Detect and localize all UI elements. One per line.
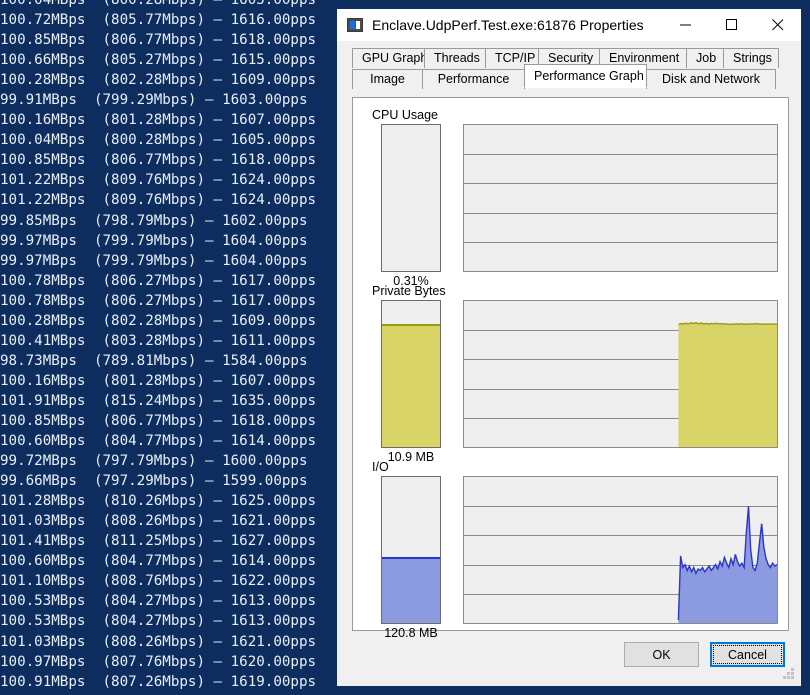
- dialog-titlebar[interactable]: Enclave.UdpPerf.Test.exe:61876 Propertie…: [337, 9, 801, 41]
- tab-row-2: Image Performance Performance Graph Disk an…: [352, 64, 795, 89]
- console-line: 100.60MBps (804.77Mbps) – 1614.00pps: [0, 433, 317, 450]
- private-bytes-graph: [463, 300, 778, 448]
- tab-disk-and-network[interactable]: Disk and Network: [646, 69, 776, 89]
- console-line: 99.97MBps (799.79Mbps) – 1604.00pps: [0, 252, 308, 269]
- console-line: 100.16MBps (801.28Mbps) – 1607.00pps: [0, 372, 317, 389]
- tab-strings[interactable]: Strings: [723, 48, 779, 68]
- dialog-title: Enclave.UdpPerf.Test.exe:61876 Propertie…: [372, 17, 644, 33]
- console-line: 100.78MBps (806.27Mbps) – 1617.00pps: [0, 272, 317, 289]
- tab-performance[interactable]: Performance: [422, 69, 525, 89]
- console-output: 100.04MBps (800.28Mbps) – 1605.00pps 100.…: [0, 0, 316, 695]
- private-bytes-gauge: [381, 300, 441, 448]
- console-line: 99.97MBps (799.79Mbps) – 1604.00pps: [0, 232, 308, 249]
- io-section: I/O 120.8 MB: [353, 460, 788, 645]
- console-line: 101.10MBps (808.76Mbps) – 1622.00pps: [0, 573, 317, 590]
- close-icon[interactable]: [755, 9, 801, 41]
- console-line: 100.78MBps (806.27Mbps) – 1617.00pps: [0, 292, 317, 309]
- console-line: 99.91MBps (799.29Mbps) – 1603.00pps: [0, 92, 308, 109]
- console-line: 100.91MBps (807.26Mbps) – 1619.00pps: [0, 673, 317, 690]
- cancel-button[interactable]: Cancel: [710, 642, 785, 667]
- grip-dot: [787, 676, 790, 679]
- io-value: 120.8 MB: [384, 626, 438, 640]
- io-graph: [463, 476, 778, 624]
- console-line: 101.91MBps (815.24Mbps) – 1635.00pps: [0, 392, 317, 409]
- minimize-icon[interactable]: [663, 9, 709, 41]
- tab-job[interactable]: Job: [686, 48, 724, 68]
- private-bytes-section: Private Bytes 10.9 MB: [353, 284, 788, 469]
- console-line: 101.28MBps (810.26Mbps) – 1625.00pps: [0, 493, 317, 510]
- process-properties-dialog: Enclave.UdpPerf.Test.exe:61876 Propertie…: [336, 8, 802, 687]
- console-line: 101.22MBps (809.76Mbps) – 1624.00pps: [0, 172, 317, 189]
- console-line: 101.03MBps (808.26Mbps) – 1621.00pps: [0, 513, 317, 530]
- console-line: 101.03MBps (808.26Mbps) – 1621.00pps: [0, 633, 317, 650]
- graph-plot: [464, 477, 777, 623]
- private-bytes-label: Private Bytes: [372, 284, 446, 298]
- cpu-usage-label: CPU Usage: [372, 108, 438, 122]
- console-line: 99.66MBps (797.29Mbps) – 1599.00pps: [0, 473, 308, 490]
- console-line: 100.72MBps (805.77Mbps) – 1616.00pps: [0, 12, 317, 29]
- tab-gpu-graph[interactable]: GPU Graph: [352, 48, 427, 68]
- grip-dot: [783, 676, 786, 679]
- tab-image[interactable]: Image: [352, 69, 423, 89]
- console-line: 101.22MBps (809.76Mbps) – 1624.00pps: [0, 192, 317, 209]
- console-line: 100.53MBps (804.27Mbps) – 1613.00pps: [0, 593, 317, 610]
- gridline: [464, 154, 777, 155]
- resize-grip[interactable]: [783, 668, 796, 681]
- ok-button[interactable]: OK: [624, 642, 699, 667]
- console-line: 100.04MBps (800.28Mbps) – 1605.00pps: [0, 132, 317, 149]
- private-bytes-gauge-fill: [382, 324, 440, 447]
- grip-dot: [791, 672, 794, 675]
- gridline: [464, 242, 777, 243]
- grip-dot: [787, 672, 790, 675]
- cpu-usage-gauge: [381, 124, 441, 272]
- console-line: 100.28MBps (802.28Mbps) – 1609.00pps: [0, 312, 317, 329]
- console-line: 100.60MBps (804.77Mbps) – 1614.00pps: [0, 553, 317, 570]
- tab-threads[interactable]: Threads: [424, 48, 486, 68]
- io-label: I/O: [372, 460, 389, 474]
- io-gauge: [381, 476, 441, 624]
- cpu-usage-graph: [463, 124, 778, 272]
- console-line: 101.34MBps (810.75Mbps) – 1626.00pps: [0, 692, 316, 695]
- cancel-button-label: Cancel: [713, 645, 782, 664]
- cpu-usage-section: CPU Usage 0.31%: [353, 108, 788, 293]
- gridline: [464, 213, 777, 214]
- console-line: 99.85MBps (798.79Mbps) – 1602.00pps: [0, 212, 308, 229]
- console-line: 100.28MBps (802.28Mbps) – 1609.00pps: [0, 72, 317, 89]
- console-line: 100.53MBps (804.27Mbps) – 1613.00pps: [0, 613, 317, 630]
- console-line: 100.66MBps (805.27Mbps) – 1615.00pps: [0, 52, 317, 69]
- console-line: 99.72MBps (797.79Mbps) – 1600.00pps: [0, 453, 308, 470]
- grip-dot: [791, 668, 794, 671]
- maximize-icon[interactable]: [709, 9, 755, 41]
- console-line: 100.04MBps (800.28Mbps) – 1605.00pps: [0, 0, 317, 8]
- tab-strip: GPU Graph Threads TCP/IP Security Environmen…: [337, 41, 801, 89]
- console-line: 98.73MBps (789.81Mbps) – 1584.00pps: [0, 352, 308, 369]
- grip-dot: [791, 676, 794, 679]
- console-line: 100.85MBps (806.77Mbps) – 1618.00pps: [0, 152, 317, 169]
- console-line: 100.97MBps (807.76Mbps) – 1620.00pps: [0, 653, 317, 670]
- console-line: 100.41MBps (803.28Mbps) – 1611.00pps: [0, 332, 317, 349]
- console-line: 101.41MBps (811.25Mbps) – 1627.00pps: [0, 533, 317, 550]
- console-line: 100.85MBps (806.77Mbps) – 1618.00pps: [0, 412, 317, 429]
- gridline: [464, 183, 777, 184]
- tab-performance-graph[interactable]: Performance Graph: [524, 64, 647, 88]
- performance-graph-panel: CPU Usage 0.31% Private Bytes 10.9 MB I/…: [352, 97, 789, 640]
- dialog-buttons: OK Cancel: [613, 642, 785, 667]
- graph-plot: [464, 301, 777, 447]
- console-line: 100.16MBps (801.28Mbps) – 1607.00pps: [0, 112, 317, 129]
- console-line: 100.85MBps (806.77Mbps) – 1618.00pps: [0, 32, 317, 49]
- process-properties-icon: [347, 18, 363, 32]
- io-gauge-fill: [382, 557, 440, 623]
